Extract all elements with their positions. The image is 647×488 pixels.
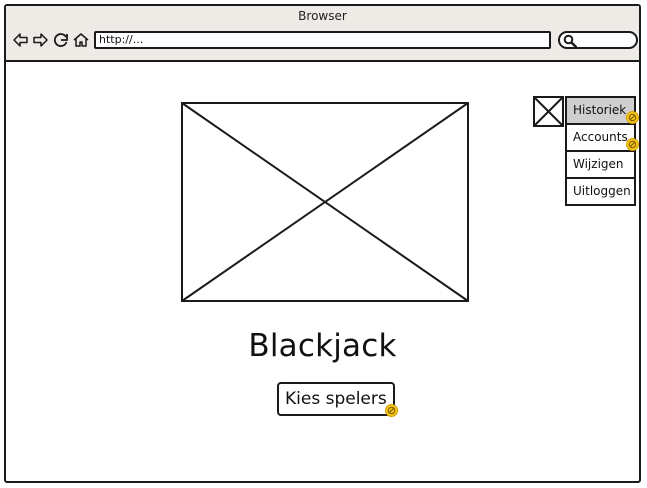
image-placeholder [181, 102, 469, 302]
link-icon [626, 138, 639, 151]
menu-item-wijzigen[interactable]: Wijzigen [567, 152, 634, 179]
reload-icon[interactable] [52, 31, 70, 49]
menu-item-uitloggen[interactable]: Uitloggen [567, 179, 634, 204]
menu-item-label: Historiek [573, 103, 627, 117]
menu-item-label: Accounts [573, 130, 628, 144]
page-title: Blackjack [248, 328, 397, 364]
browser-window: Browser http://... Blackjack Kies speler… [4, 4, 641, 483]
link-icon [626, 111, 639, 124]
search-icon [563, 34, 577, 48]
address-bar[interactable]: http://... [94, 31, 551, 49]
browser-titlebar: Browser http://... [6, 6, 639, 62]
link-icon [385, 404, 398, 417]
user-menu: Historiek Accounts Wijzigen Uitloggen [565, 96, 639, 206]
menu-image-placeholder[interactable] [533, 96, 564, 127]
home-icon[interactable] [72, 31, 90, 49]
forward-arrow-icon[interactable] [31, 31, 49, 49]
menu-item-label: Uitloggen [573, 184, 631, 198]
choose-players-button[interactable]: Kies spelers [277, 382, 398, 417]
back-arrow-icon[interactable] [12, 31, 30, 49]
menu-item-label: Wijzigen [573, 157, 624, 171]
menu-item-accounts[interactable]: Accounts [567, 125, 639, 152]
choose-players-button-label: Kies spelers [285, 389, 387, 409]
search-box[interactable] [558, 31, 638, 49]
menu-item-historiek[interactable]: Historiek [567, 98, 639, 125]
window-title: Browser [298, 9, 347, 23]
